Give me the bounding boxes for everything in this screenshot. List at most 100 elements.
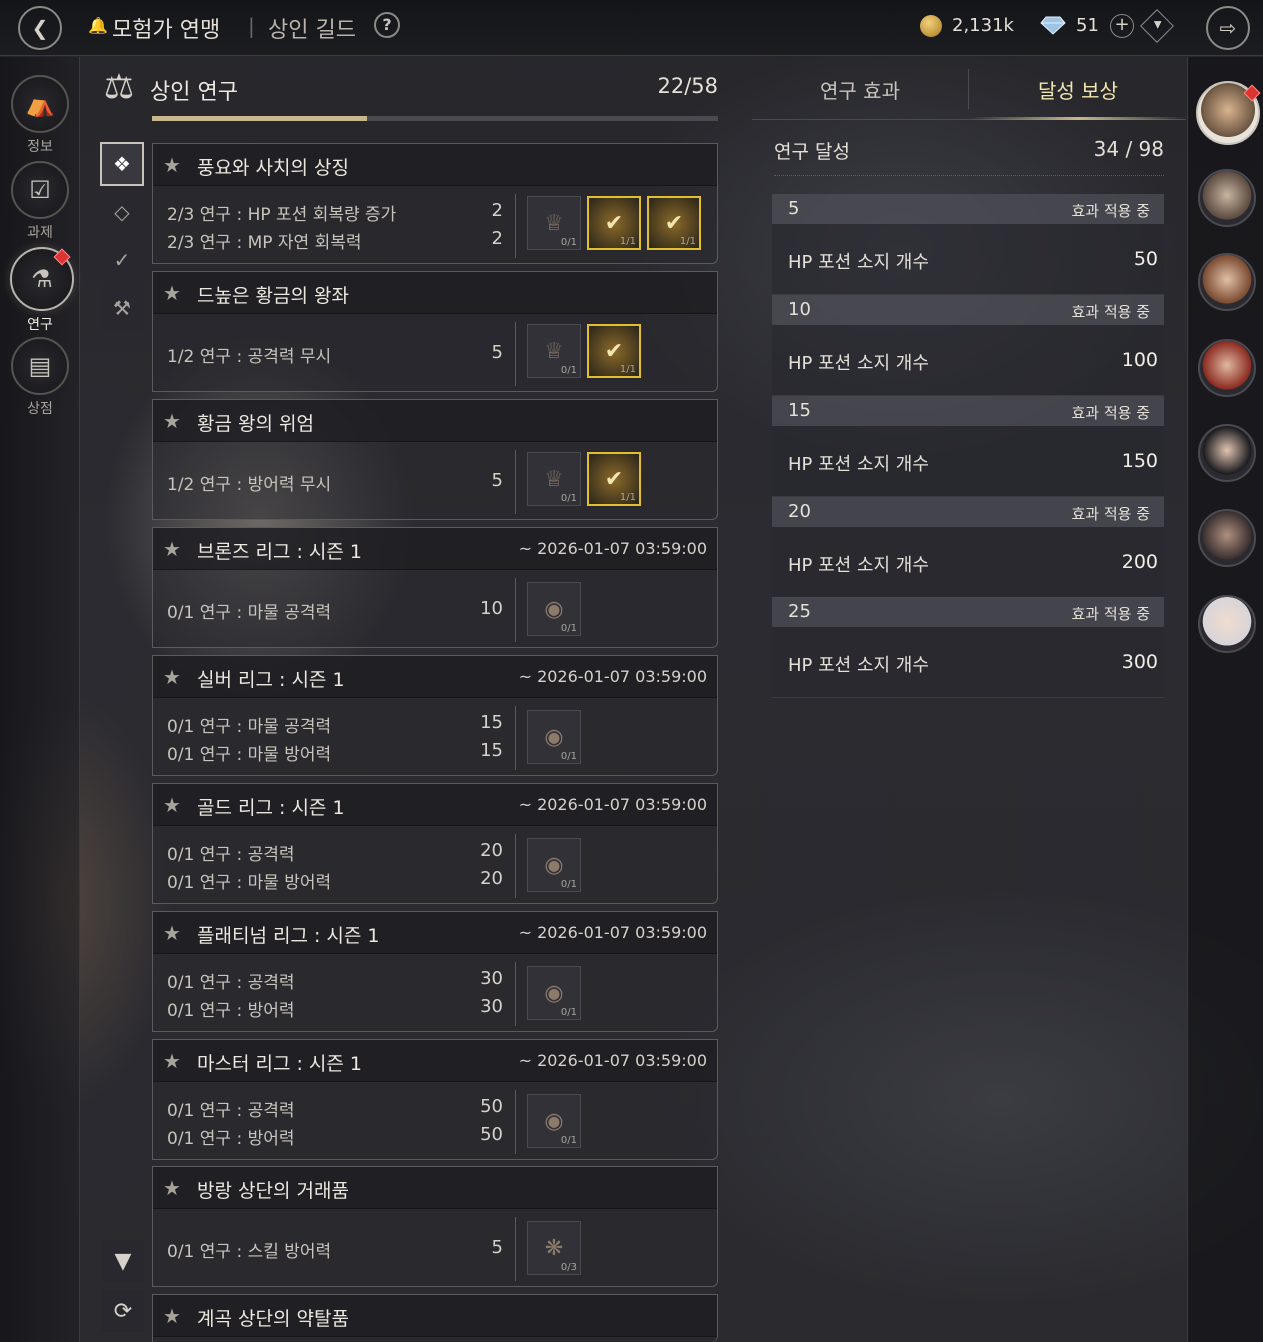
tent-icon: ⛺ xyxy=(11,75,69,133)
card-title: 계곡 상단의 약탈품 xyxy=(197,1308,349,1330)
filter-anvil-button[interactable]: ⚒ xyxy=(100,286,144,330)
tier-threshold: 20 xyxy=(788,501,811,522)
reward-slot-completed[interactable]: ✔ 1/1 xyxy=(587,196,641,250)
research-progress-bar xyxy=(152,116,718,121)
research-card[interactable]: ★ 실버 리그 : 시즌 1 ~ 2026-01-07 03:59:00 0/1 연… xyxy=(152,655,718,776)
nav-item-tasks[interactable]: ☑ 과제 xyxy=(10,161,70,242)
nav-item-research[interactable]: ⚗ 연구 xyxy=(10,247,74,334)
reward-slot-completed[interactable]: ✔ 1/1 xyxy=(587,452,641,506)
bell-icon: 🔔 xyxy=(88,16,108,35)
exit-button[interactable]: ⇨ xyxy=(1206,6,1250,50)
research-card[interactable]: ★ 드높은 황금의 왕좌 1/2 연구 : 공격력 무시 5 ♕ 0/1 ✔ 1/1 xyxy=(152,271,718,392)
divider xyxy=(515,322,516,386)
diamond-amount: 51 xyxy=(1076,15,1099,36)
research-card[interactable]: ★ 브론즈 리그 : 시즌 1 ~ 2026-01-07 03:59:00 0/1 … xyxy=(152,527,718,648)
reward-slot[interactable]: ◉ 0/1 xyxy=(527,1094,581,1148)
tier-status: 효과 적용 중 xyxy=(1071,505,1150,523)
breadcrumb-adventurer-league[interactable]: 모험가 연맹 xyxy=(112,12,220,44)
tab-research-effects[interactable]: 연구 효과 xyxy=(760,75,960,104)
research-card[interactable]: ★ 골드 리그 : 시즌 1 ~ 2026-01-07 03:59:00 0/1 연… xyxy=(152,783,718,904)
research-value: 2 xyxy=(491,200,503,221)
tier-status: 효과 적용 중 xyxy=(1071,605,1150,623)
character-avatar[interactable] xyxy=(1198,339,1256,397)
tier-reward-value: 50 xyxy=(1133,248,1158,270)
crown-icon: ♕ xyxy=(544,210,564,236)
character-avatar[interactable] xyxy=(1198,253,1256,311)
tab-achievement-rewards[interactable]: 달성 보상 xyxy=(978,75,1178,104)
character-avatar[interactable] xyxy=(1198,595,1256,653)
add-currency-button[interactable]: + xyxy=(1110,14,1134,38)
active-tab-indicator xyxy=(970,117,1186,120)
refresh-button[interactable]: ⟳ xyxy=(102,1290,144,1332)
tier-reward-name: HP 포션 소지 개수 xyxy=(788,353,929,374)
star-icon: ★ xyxy=(163,281,181,305)
character-avatar[interactable] xyxy=(1198,509,1256,567)
character-avatar[interactable] xyxy=(1198,169,1256,227)
tier-status: 효과 적용 중 xyxy=(1071,202,1150,220)
reward-slot[interactable]: ♕ 0/1 xyxy=(527,196,581,250)
reward-count: 0/1 xyxy=(560,1007,577,1018)
character-avatar[interactable] xyxy=(1198,424,1256,482)
card-deadline: ~ 2026-01-07 03:59:00 xyxy=(518,539,707,558)
star-icon: ★ xyxy=(163,1176,181,1200)
tier-threshold: 5 xyxy=(788,198,800,219)
reward-count: 0/1 xyxy=(560,1135,577,1146)
reward-slot-completed[interactable]: ✔ 1/1 xyxy=(587,324,641,378)
reward-count: 0/1 xyxy=(560,365,577,376)
divider xyxy=(515,194,516,258)
reward-slot[interactable]: ❋ 0/3 xyxy=(527,1221,581,1275)
card-title: 드높은 황금의 왕좌 xyxy=(197,285,349,307)
reward-tier: 20 효과 적용 중 HP 포션 소지 개수 200 xyxy=(772,497,1164,598)
research-card[interactable]: ★ 황금 왕의 위엄 1/2 연구 : 방어력 무시 5 ♕ 0/1 ✔ 1/1 xyxy=(152,399,718,520)
research-card[interactable]: ★ 풍요와 사치의 상징 2/3 연구 : HP 포션 회복량 증가 2 2/3 … xyxy=(152,143,718,264)
reward-slot[interactable]: ◉ 0/1 xyxy=(527,966,581,1020)
tier-reward-name: HP 포션 소지 개수 xyxy=(788,454,929,475)
back-arrow-icon: ❮ xyxy=(31,16,49,40)
nav-label: 연구 xyxy=(27,317,53,333)
divider xyxy=(515,834,516,898)
reward-slot[interactable]: ◉ 0/1 xyxy=(527,582,581,636)
star-icon: ★ xyxy=(163,537,181,561)
exit-icon: ⇨ xyxy=(1219,16,1237,40)
currency-dropdown-button[interactable]: ▼ xyxy=(1140,9,1174,43)
research-card[interactable]: ★ 계곡 상단의 약탈품 xyxy=(152,1294,718,1342)
card-deadline: ~ 2026-01-07 03:59:00 xyxy=(518,667,707,686)
tab-divider xyxy=(968,69,969,109)
nav-item-shop[interactable]: ▤ 상점 xyxy=(10,337,70,418)
card-title: 방랑 상단의 거래품 xyxy=(197,1180,349,1202)
card-title: 마스터 리그 : 시즌 1 xyxy=(197,1053,363,1075)
check-icon: ✔ xyxy=(604,338,624,364)
card-title: 실버 리그 : 시즌 1 xyxy=(197,669,345,691)
nav-item-info[interactable]: ⛺ 정보 xyxy=(10,75,70,156)
research-card[interactable]: ★ 플래티넘 리그 : 시즌 1 ~ 2026-01-07 03:59:00 0/1… xyxy=(152,911,718,1032)
research-line: 0/1 연구 : 마물 방어력 xyxy=(167,873,332,893)
research-value: 10 xyxy=(480,598,503,619)
tier-reward-value: 300 xyxy=(1121,651,1158,673)
help-button[interactable]: ? xyxy=(374,12,400,38)
reward-count: 1/1 xyxy=(679,236,696,247)
reward-count: 1/1 xyxy=(619,492,636,503)
funnel-icon: ▼ xyxy=(114,1248,132,1274)
medal-icon: ◉ xyxy=(544,1108,564,1134)
reward-count: 1/1 xyxy=(619,364,636,375)
reward-slot[interactable]: ◉ 0/1 xyxy=(527,838,581,892)
reward-slot[interactable]: ◉ 0/1 xyxy=(527,710,581,764)
star-icon: ★ xyxy=(163,409,181,433)
reward-tier: 10 효과 적용 중 HP 포션 소지 개수 100 xyxy=(772,295,1164,396)
compass-icon: ❋ xyxy=(544,1235,564,1261)
filter-complete-button[interactable]: ✓ xyxy=(100,238,144,282)
filter-all-button[interactable]: ❖ xyxy=(100,142,144,186)
reward-count: 0/1 xyxy=(560,751,577,762)
reward-slot-completed[interactable]: ✔ 1/1 xyxy=(647,196,701,250)
filter-funnel-button[interactable]: ▼ xyxy=(102,1240,144,1282)
tier-reward-name: HP 포션 소지 개수 xyxy=(788,555,929,576)
reward-slot[interactable]: ♕ 0/1 xyxy=(527,452,581,506)
research-card[interactable]: ★ 마스터 리그 : 시즌 1 ~ 2026-01-07 03:59:00 0/1 … xyxy=(152,1039,718,1160)
research-card[interactable]: ★ 방랑 상단의 거래품 0/1 연구 : 스킬 방어력 5 ❋ 0/3 xyxy=(152,1166,718,1287)
filter-incomplete-button[interactable]: ◇ xyxy=(100,190,144,234)
crown-icon: ♕ xyxy=(544,338,564,364)
back-button[interactable]: ❮ xyxy=(18,6,62,50)
research-line: 0/1 연구 : 공격력 xyxy=(167,1101,295,1121)
medal-icon: ◉ xyxy=(544,980,564,1006)
reward-slot[interactable]: ♕ 0/1 xyxy=(527,324,581,378)
